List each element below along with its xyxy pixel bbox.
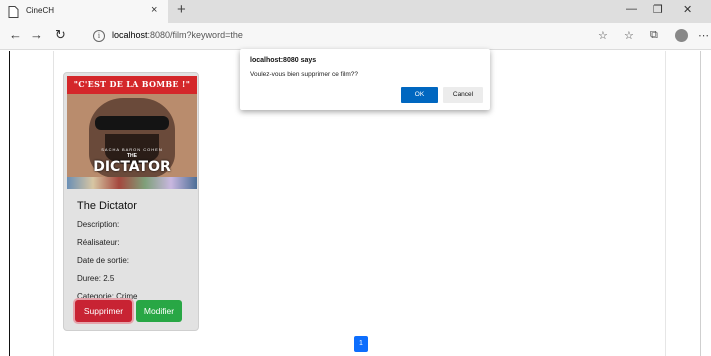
browser-tab[interactable]: CineCH × (0, 0, 168, 23)
address-bar[interactable]: localhost:8080/film?keyword=the (112, 30, 243, 40)
tab-title: CineCH (26, 6, 55, 15)
info-icon[interactable]: i (93, 30, 105, 42)
container-right-edge (665, 51, 666, 356)
dialog-title: localhost:8080 says (250, 57, 317, 64)
dialog-ok-button[interactable]: OK (401, 87, 438, 103)
page-left-edge (9, 51, 10, 356)
pagination-page-1[interactable]: 1 (354, 336, 368, 352)
collections-icon[interactable]: ⧉ (650, 29, 658, 42)
confirm-dialog: localhost:8080 says Voulez-vous bien sup… (240, 49, 490, 110)
poster-actor: SACHA BARON COHEN (101, 147, 163, 152)
refresh-icon[interactable]: ↻ (55, 28, 66, 42)
poster-quote: "C'EST DE LA BOMBE !" (73, 79, 191, 89)
film-poster: "C'EST DE LA BOMBE !" SACHA BARON COHEN … (67, 76, 197, 189)
poster-title: DICTATOR (93, 159, 171, 175)
minimize-icon[interactable]: — (626, 3, 637, 15)
film-description: Description: (77, 220, 120, 229)
favorites-list-icon[interactable]: ☆ (624, 29, 634, 42)
favorite-star-icon[interactable]: ☆ (598, 29, 608, 42)
back-icon[interactable]: ← (9, 28, 22, 42)
film-title: The Dictator (77, 200, 137, 212)
poster-sunglasses (95, 116, 169, 130)
profile-icon[interactable] (675, 29, 688, 42)
delete-button[interactable]: Supprimer (75, 300, 132, 322)
edit-button[interactable]: Modifier (136, 300, 182, 322)
film-duration: Duree: 2.5 (77, 274, 115, 283)
tab-close-icon[interactable]: × (151, 4, 157, 16)
scrollbar-track[interactable] (700, 51, 701, 356)
new-tab-icon[interactable]: + (177, 2, 186, 18)
film-director: Réalisateur: (77, 238, 120, 247)
restore-icon[interactable]: ❐ (653, 3, 663, 16)
window-close-icon[interactable]: ✕ (683, 3, 692, 16)
forward-icon[interactable]: → (30, 28, 43, 42)
film-release-date: Date de sortie: (77, 256, 130, 265)
page-icon (8, 6, 19, 18)
dialog-message: Voulez-vous bien supprimer ce film?? (250, 71, 359, 78)
more-icon[interactable]: ⋯ (698, 29, 709, 42)
tab-strip: CineCH × + — ❐ ✕ (0, 0, 711, 23)
film-card: "C'EST DE LA BOMBE !" SACHA BARON COHEN … (63, 72, 199, 331)
url-host: localhost (112, 30, 148, 40)
browser-toolbar: ← → ↻ i localhost:8080/film?keyword=the … (0, 23, 711, 50)
url-path: :8080/film?keyword=the (147, 30, 243, 40)
poster-strip (67, 177, 197, 189)
dialog-cancel-button[interactable]: Cancel (443, 87, 483, 103)
